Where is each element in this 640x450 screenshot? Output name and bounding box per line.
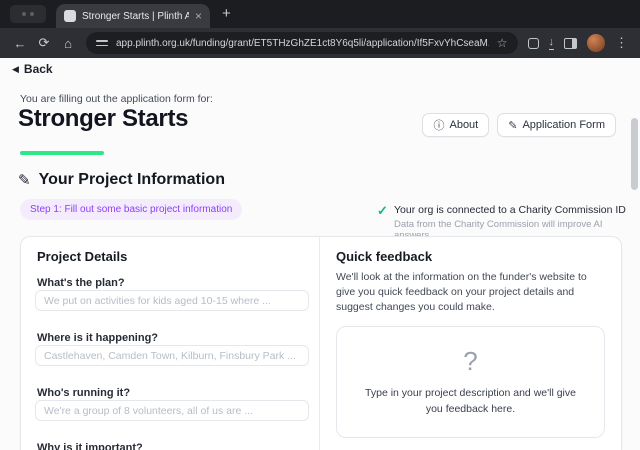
tab-strip: Stronger Starts | Plinth AI Gra × +: [0, 0, 640, 28]
scrollbar-thumb[interactable]: [631, 118, 638, 190]
back-icon[interactable]: ←: [8, 36, 32, 51]
location-input[interactable]: [35, 345, 309, 366]
site-settings-icon[interactable]: [96, 38, 108, 48]
quick-feedback-pane: Quick feedback We'll look at the informa…: [319, 237, 621, 450]
quick-feedback-heading: Quick feedback: [336, 249, 605, 264]
project-details-heading: Project Details: [37, 249, 127, 264]
field-label-plan: What's the plan?: [37, 277, 125, 289]
field-label-why: Why is it important?: [37, 442, 143, 450]
window-control-dot: [30, 12, 34, 16]
back-link[interactable]: ◀ Back: [12, 62, 53, 76]
browser-window: Stronger Starts | Plinth AI Gra × + ← ⟳ …: [0, 0, 640, 450]
toolbar-right-icons: ↓ ⋮: [524, 34, 633, 52]
about-button[interactable]: ⓘ About: [422, 113, 489, 137]
info-icon: ⓘ: [433, 117, 444, 133]
page-title: Stronger Starts: [18, 105, 188, 133]
menu-icon[interactable]: ⋮: [615, 35, 628, 51]
application-form-button-label: Application Form: [522, 119, 605, 131]
field-label-location: Where is it happening?: [37, 332, 158, 344]
who-input[interactable]: [35, 400, 309, 421]
window-control-dot: [22, 12, 26, 16]
address-bar[interactable]: app.plinth.org.uk/funding/grant/ET5THzGh…: [86, 32, 518, 54]
question-mark-icon: ?: [463, 346, 477, 377]
check-icon: ✓: [377, 203, 388, 219]
browser-tab[interactable]: Stronger Starts | Plinth AI Gra ×: [56, 4, 210, 28]
download-icon[interactable]: ↓: [549, 37, 555, 50]
progress-bar: [20, 151, 104, 155]
intro-text: You are filling out the application form…: [20, 93, 213, 105]
back-link-label: Back: [24, 62, 53, 76]
window-controls[interactable]: [10, 5, 46, 23]
tab-favicon-icon: [64, 10, 76, 22]
plan-input[interactable]: [35, 290, 309, 311]
feedback-empty-text: Type in your project description and we'…: [361, 386, 580, 416]
url-text: app.plinth.org.uk/funding/grant/ET5THzGh…: [116, 38, 489, 49]
page-content: ◀ Back You are filling out the applicati…: [0, 58, 640, 450]
field-label-who: Who's running it?: [37, 387, 130, 399]
about-button-label: About: [449, 119, 478, 131]
pencil-icon: ✎: [18, 171, 31, 189]
form-pencil-icon: ✎: [508, 119, 517, 132]
charity-status-line1: Your org is connected to a Charity Commi…: [394, 204, 626, 216]
home-icon[interactable]: ⌂: [56, 36, 80, 51]
quick-feedback-description: We'll look at the information on the fun…: [336, 270, 605, 316]
tab-title: Stronger Starts | Plinth AI Gra: [82, 11, 189, 22]
section-heading: ✎ Your Project Information: [18, 171, 225, 189]
application-form-button[interactable]: ✎ Application Form: [497, 113, 616, 137]
section-title: Your Project Information: [39, 171, 225, 189]
project-details-pane: Project Details What's the plan? Where i…: [21, 237, 319, 450]
form-card: Project Details What's the plan? Where i…: [20, 236, 622, 450]
reload-icon[interactable]: ⟳: [32, 35, 56, 51]
step-badge: Step 1: Fill out some basic project info…: [20, 199, 242, 220]
bookmark-star-icon[interactable]: ☆: [497, 36, 508, 50]
browser-toolbar: ← ⟳ ⌂ app.plinth.org.uk/funding/grant/ET…: [0, 28, 640, 58]
sidebar-icon[interactable]: [564, 38, 577, 49]
feedback-empty-state: ? Type in your project description and w…: [336, 326, 605, 438]
header-buttons: ⓘ About ✎ Application Form: [422, 113, 616, 137]
extensions-icon[interactable]: [528, 38, 539, 49]
new-tab-button[interactable]: +: [222, 6, 231, 22]
close-tab-icon[interactable]: ×: [195, 10, 202, 22]
profile-avatar[interactable]: [587, 34, 605, 52]
back-triangle-icon: ◀: [12, 64, 19, 75]
